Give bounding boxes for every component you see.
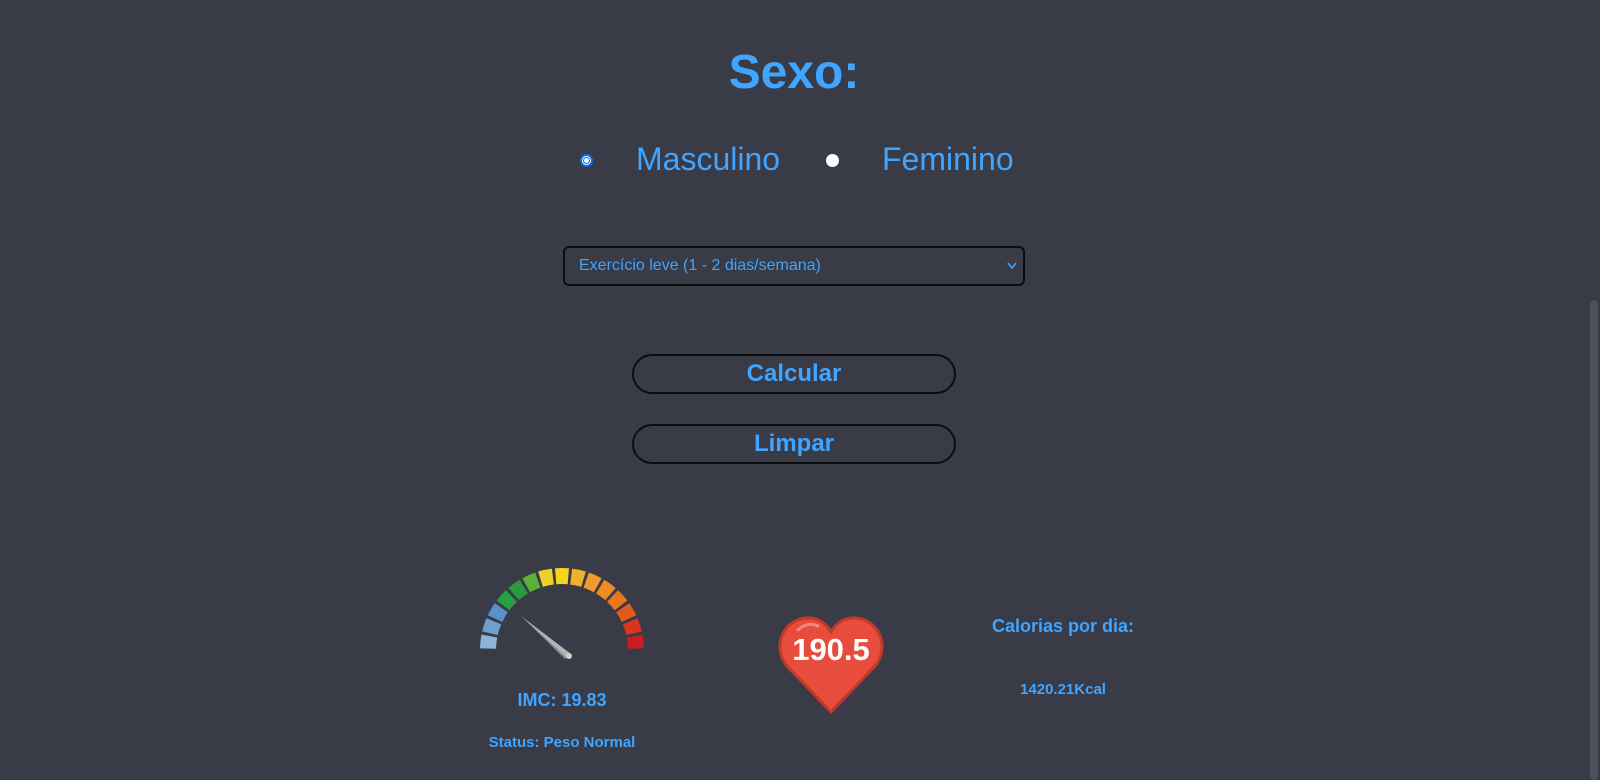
scrollbar-thumb[interactable] — [1590, 300, 1598, 780]
gauge-segment — [554, 568, 570, 585]
radio-masculino[interactable] — [580, 154, 593, 167]
page-scrollbar[interactable] — [1588, 0, 1600, 780]
bmi-gauge-icon — [480, 568, 644, 659]
activity-select-value: Exercício leve (1 - 2 dias/semana) — [579, 257, 821, 274]
gender-title: Sexo: — [728, 46, 860, 99]
activity-select[interactable]: Exercício leve (1 - 2 dias/semana) — [563, 246, 1025, 286]
gender-radio-group: Masculino Feminino — [0, 136, 1588, 186]
imc-status: Status: Peso Normal — [488, 734, 636, 751]
gauge-segments — [480, 568, 644, 649]
calculate-button[interactable]: Calcular — [632, 354, 956, 394]
gauge-needle — [521, 616, 572, 659]
calculator-page: Sexo: Masculino Feminino Exercício leve … — [0, 0, 1600, 780]
gauge-segment — [622, 618, 642, 636]
gauge-segment — [570, 568, 586, 587]
radio-feminino-label[interactable]: Feminino — [882, 139, 1014, 179]
gauge-segment — [480, 634, 498, 649]
calories-title: Calorias por dia: — [991, 616, 1135, 636]
clear-button[interactable]: Limpar — [632, 424, 956, 464]
imc-value: IMC: 19.83 — [517, 690, 607, 710]
gauge-segment — [626, 634, 644, 649]
heart-value: 190.5 — [792, 632, 870, 667]
radio-feminino[interactable] — [826, 154, 839, 167]
gauge-segment — [538, 568, 554, 587]
radio-masculino-label[interactable]: Masculino — [636, 139, 780, 179]
calories-value: 1420.21Kcal — [1020, 681, 1106, 698]
gauge-segment — [482, 618, 502, 636]
chevron-down-icon — [1007, 248, 1017, 298]
